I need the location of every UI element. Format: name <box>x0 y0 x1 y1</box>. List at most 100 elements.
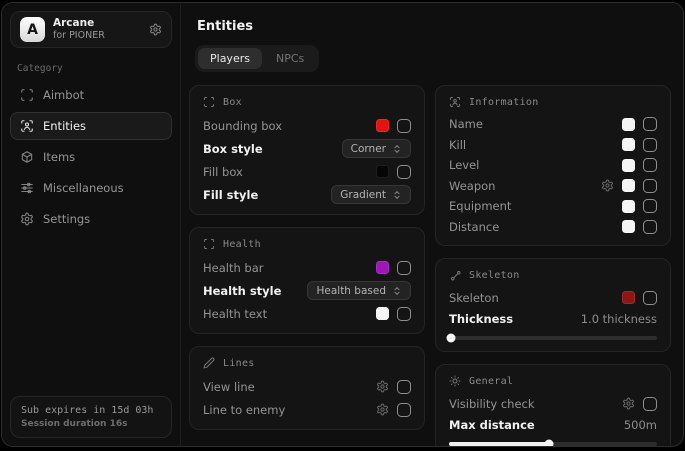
select-value: Health based <box>316 285 386 297</box>
panel-header: Lines <box>203 356 411 370</box>
panel-header: Health <box>203 237 411 251</box>
session-duration-text: Session duration 16s <box>21 419 161 429</box>
color-swatch[interactable] <box>622 200 635 213</box>
page-title: Entities <box>197 19 671 34</box>
checkbox[interactable] <box>397 119 411 133</box>
scan-box-icon <box>203 96 215 108</box>
checkbox[interactable] <box>397 261 411 275</box>
row-label: Visibility check <box>449 397 535 411</box>
checkbox[interactable] <box>643 199 657 213</box>
color-swatch[interactable] <box>376 307 389 320</box>
sidebar-item-items[interactable]: Items <box>10 143 172 171</box>
gear-icon[interactable] <box>601 179 614 192</box>
color-swatch[interactable] <box>376 165 389 178</box>
row-kill: Kill <box>449 135 657 156</box>
color-swatch[interactable] <box>622 220 635 233</box>
chevrons-up-down-icon <box>392 190 402 200</box>
row-health-text: Health text <box>203 302 411 325</box>
fill-style-select[interactable]: Gradient <box>331 185 411 204</box>
max-distance-value: 500m <box>624 418 657 432</box>
panel-title: Information <box>469 97 539 108</box>
brand-logo: A <box>20 17 45 42</box>
checkbox[interactable] <box>397 307 411 321</box>
panel-columns: Box Bounding box Box style Corner <box>189 85 671 447</box>
color-swatch[interactable] <box>622 159 635 172</box>
checkbox[interactable] <box>643 220 657 234</box>
select-value: Corner <box>351 143 386 155</box>
row-label: Equipment <box>449 199 511 213</box>
panel-header: Skeleton <box>449 268 657 282</box>
sidebar-item-label: Entities <box>43 119 86 133</box>
slider-thumb[interactable] <box>447 334 456 343</box>
gear-icon[interactable] <box>376 403 389 416</box>
panel-lines: Lines View line Line to enemy <box>189 346 425 430</box>
thickness-slider[interactable] <box>449 336 657 340</box>
max-distance-slider[interactable] <box>449 442 657 446</box>
row-label: Health text <box>203 307 267 321</box>
checkbox[interactable] <box>397 403 411 417</box>
checkbox[interactable] <box>643 397 657 411</box>
sidebar-item-miscellaneous[interactable]: Miscellaneous <box>10 174 172 202</box>
sidebar-item-settings[interactable]: Settings <box>10 205 172 233</box>
row-label: Max distance <box>449 418 535 432</box>
row-label: Kill <box>449 138 466 152</box>
person-scan-icon <box>449 96 461 108</box>
color-swatch[interactable] <box>376 261 389 274</box>
panel-information: Information Name Kill <box>435 85 671 246</box>
row-label: Skeleton <box>449 291 499 305</box>
row-health-bar: Health bar <box>203 256 411 279</box>
gear-icon[interactable] <box>376 380 389 393</box>
color-swatch[interactable] <box>622 179 635 192</box>
color-swatch[interactable] <box>622 118 635 131</box>
row-health-style: Health style Health based <box>203 279 411 302</box>
brand-text: Arcane for PIONER <box>53 17 141 43</box>
panel-header: Box <box>203 95 411 109</box>
row-view-line: View line <box>203 375 411 398</box>
row-label: Thickness <box>449 312 513 326</box>
checkbox[interactable] <box>643 291 657 305</box>
checkbox[interactable] <box>643 158 657 172</box>
cube-icon <box>20 150 34 164</box>
health-style-select[interactable]: Health based <box>307 281 411 300</box>
crosshair-scan-icon <box>20 88 34 102</box>
color-swatch[interactable] <box>622 291 635 304</box>
pencil-line-icon <box>203 357 215 369</box>
checkbox[interactable] <box>397 380 411 394</box>
sidebar-item-label: Aimbot <box>43 88 84 102</box>
checkbox[interactable] <box>397 165 411 179</box>
row-thickness: Thickness 1.0 thickness <box>449 308 657 329</box>
scan-box-icon <box>203 238 215 250</box>
gear-icon[interactable] <box>622 397 635 410</box>
category-label: Category <box>17 63 165 74</box>
sidebar-item-label: Settings <box>43 212 90 226</box>
sidebar-item-entities[interactable]: Entities <box>10 112 172 140</box>
brand-letter: A <box>27 22 38 38</box>
sidebar: A Arcane for PIONER Category Aimbot <box>2 3 181 446</box>
chevrons-up-down-icon <box>392 144 402 154</box>
sidebar-item-aimbot[interactable]: Aimbot <box>10 81 172 109</box>
thickness-value: 1.0 thickness <box>581 312 657 326</box>
slider-thumb[interactable] <box>544 440 553 448</box>
checkbox[interactable] <box>643 179 657 193</box>
right-column: Information Name Kill <box>435 85 671 447</box>
row-skeleton: Skeleton <box>449 287 657 308</box>
left-column: Box Bounding box Box style Corner <box>189 85 425 447</box>
checkbox[interactable] <box>643 117 657 131</box>
row-label: View line <box>203 380 255 394</box>
person-scan-icon <box>20 119 34 133</box>
checkbox[interactable] <box>643 138 657 152</box>
panel-box: Box Bounding box Box style Corner <box>189 85 425 215</box>
app-window: A Arcane for PIONER Category Aimbot <box>1 2 684 447</box>
panel-title: Skeleton <box>469 270 520 281</box>
color-swatch[interactable] <box>376 119 389 132</box>
row-equipment: Equipment <box>449 196 657 217</box>
row-label: Name <box>449 117 483 131</box>
tab-npcs[interactable]: NPCs <box>264 48 316 69</box>
sidebar-menu: Aimbot Entities Items Miscellaneous <box>10 81 172 236</box>
tab-players[interactable]: Players <box>198 48 262 69</box>
tab-bar: Players NPCs <box>195 45 319 72</box>
color-swatch[interactable] <box>622 138 635 151</box>
sidebar-item-label: Miscellaneous <box>43 181 124 195</box>
gear-icon[interactable] <box>149 23 162 36</box>
box-style-select[interactable]: Corner <box>342 139 411 158</box>
